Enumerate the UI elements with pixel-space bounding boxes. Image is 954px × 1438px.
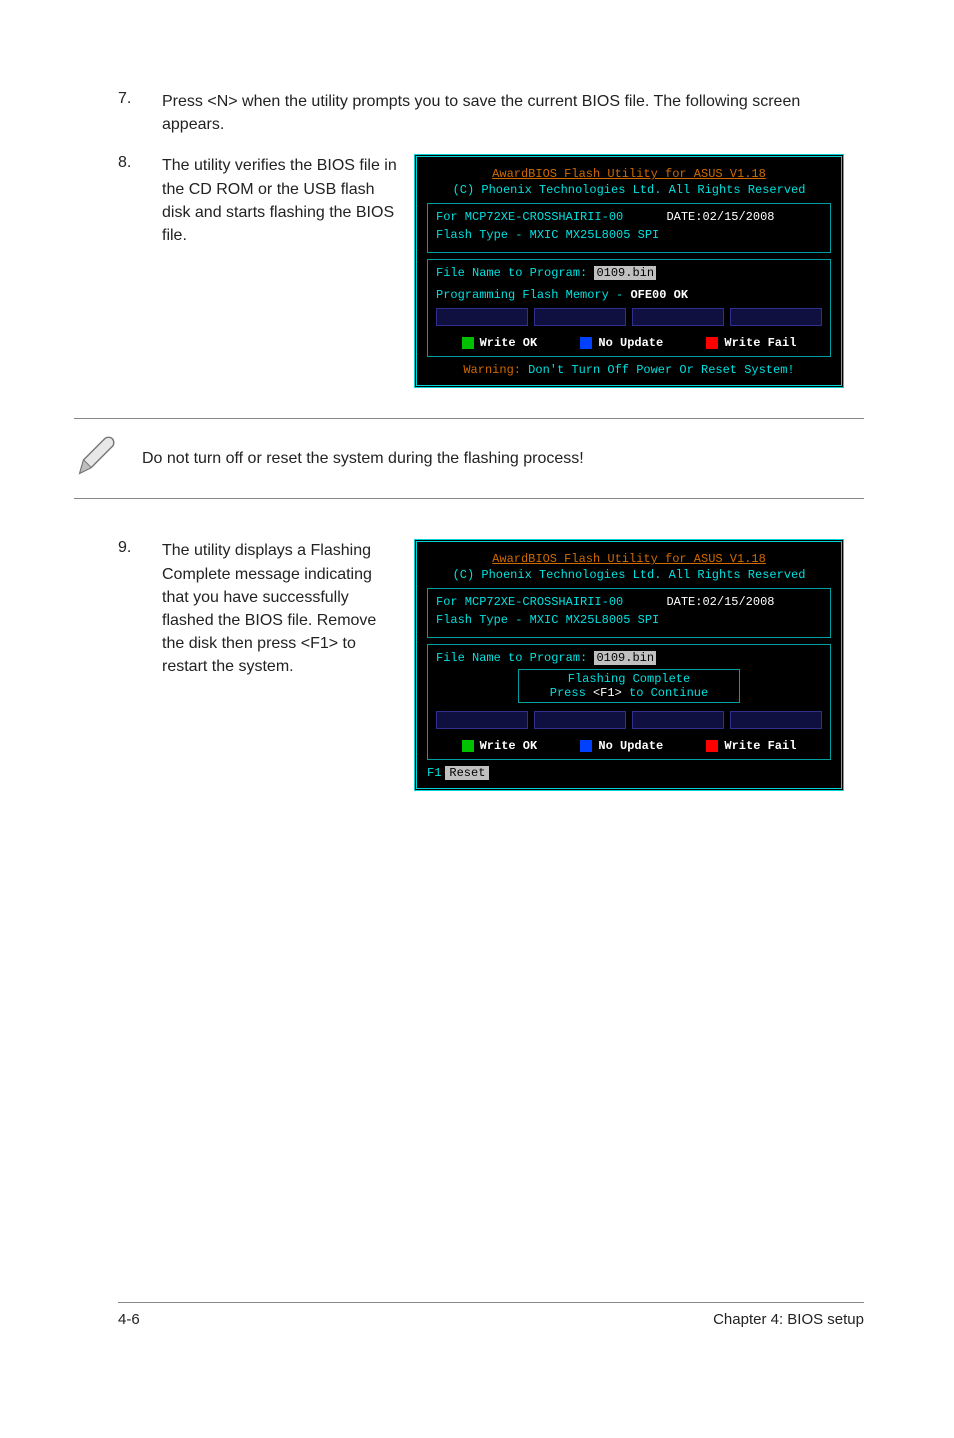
swatch-red-icon <box>706 740 718 752</box>
terminal-title: AwardBIOS Flash Utility for ASUS V1.18 <box>427 552 831 566</box>
terminal-warning-label: Warning: <box>463 363 521 377</box>
step-number: 9. <box>118 539 162 557</box>
popup-line1: Flashing Complete <box>523 672 735 686</box>
swatch-blue-icon <box>580 337 592 349</box>
popup-line2b: <F1> <box>593 686 622 700</box>
terminal-screenshot-flashing: AwardBIOS Flash Utility for ASUS V1.18 (… <box>414 154 844 388</box>
terminal-for-line: For MCP72XE-CROSSHAIRII-00 <box>436 210 623 224</box>
swatch-red-icon <box>706 337 718 349</box>
legend-ok: Write OK <box>480 336 538 350</box>
legend-fail: Write Fail <box>724 336 796 350</box>
terminal-progress-bars <box>436 308 822 326</box>
legend-fail: Write Fail <box>724 739 796 753</box>
terminal-for-line: For MCP72XE-CROSSHAIRII-00 <box>436 595 623 609</box>
terminal-screenshot-complete: AwardBIOS Flash Utility for ASUS V1.18 (… <box>414 539 844 791</box>
legend-noupdate: No Update <box>598 336 663 350</box>
terminal-header-box: For MCP72XE-CROSSHAIRII-00 DATE:02/15/20… <box>427 203 831 253</box>
terminal-f1-row: F1 Reset <box>427 766 831 780</box>
note-text: Do not turn off or reset the system duri… <box>142 450 584 468</box>
terminal-warning-text: Don't Turn Off Power Or Reset System! <box>521 363 795 377</box>
page-footer: 4-6 Chapter 4: BIOS setup <box>118 1302 864 1328</box>
terminal-date: DATE:02/15/2008 <box>666 595 774 609</box>
terminal-complete-popup: Flashing Complete Press <F1> to Continue <box>518 669 740 703</box>
terminal-body-box: File Name to Program: 0109.bin Flashing … <box>427 644 831 760</box>
terminal-prog-label: Programming Flash Memory - <box>436 288 630 302</box>
footer-chapter: Chapter 4: BIOS setup <box>713 1311 864 1328</box>
terminal-subtitle: (C) Phoenix Technologies Ltd. All Rights… <box>427 183 831 197</box>
terminal-title: AwardBIOS Flash Utility for ASUS V1.18 <box>427 167 831 181</box>
terminal-warning: Warning: Don't Turn Off Power Or Reset S… <box>427 363 831 377</box>
terminal-body-box: File Name to Program: 0109.bin Programmi… <box>427 259 831 357</box>
terminal-file-label: File Name to Program: <box>436 651 587 665</box>
step-text: The utility displays a Flashing Complete… <box>162 539 402 678</box>
popup-line2c: to Continue <box>622 686 708 700</box>
terminal-legend: Write OK No Update Write Fail <box>436 336 822 350</box>
step-text: Press <N> when the utility prompts you t… <box>162 90 864 136</box>
popup-line2a: Press <box>550 686 593 700</box>
terminal-prog-value: OFE00 OK <box>630 288 688 302</box>
swatch-green-icon <box>462 740 474 752</box>
terminal-file-value: 0109.bin <box>594 266 656 280</box>
terminal-progress-bars <box>436 711 822 729</box>
note-callout: Do not turn off or reset the system duri… <box>74 418 864 499</box>
step-number: 7. <box>118 90 162 108</box>
terminal-legend: Write OK No Update Write Fail <box>436 739 822 753</box>
f1-label: F1 <box>427 766 441 780</box>
terminal-flash-type: Flash Type - MXIC MX25L8005 SPI <box>436 228 822 242</box>
footer-page-number: 4-6 <box>118 1311 140 1328</box>
pencil-icon <box>74 433 120 484</box>
swatch-blue-icon <box>580 740 592 752</box>
swatch-green-icon <box>462 337 474 349</box>
legend-noupdate: No Update <box>598 739 663 753</box>
step-number: 8. <box>118 154 162 172</box>
terminal-header-box: For MCP72XE-CROSSHAIRII-00 DATE:02/15/20… <box>427 588 831 638</box>
step-text: The utility verifies the BIOS file in th… <box>162 154 402 247</box>
f1-reset-label: Reset <box>445 766 489 780</box>
legend-ok: Write OK <box>480 739 538 753</box>
terminal-date: DATE:02/15/2008 <box>666 210 774 224</box>
terminal-file-label: File Name to Program: <box>436 266 587 280</box>
terminal-flash-type: Flash Type - MXIC MX25L8005 SPI <box>436 613 822 627</box>
terminal-subtitle: (C) Phoenix Technologies Ltd. All Rights… <box>427 568 831 582</box>
terminal-file-value: 0109.bin <box>594 651 656 665</box>
